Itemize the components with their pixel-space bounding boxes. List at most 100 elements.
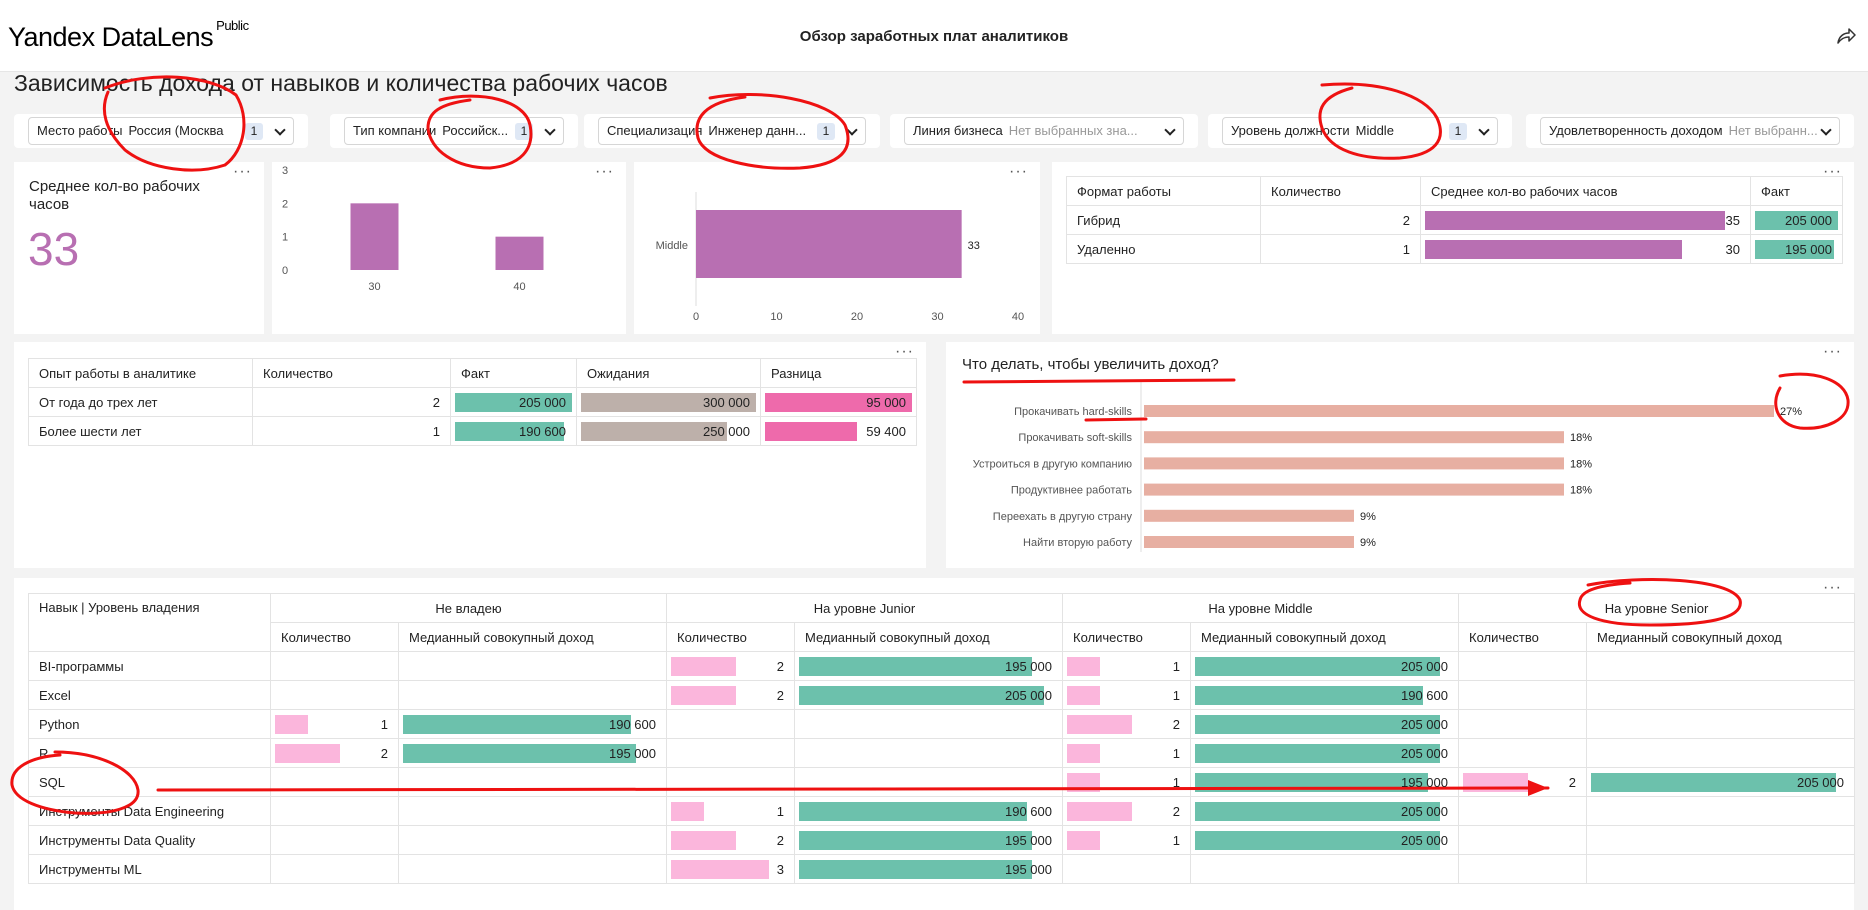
count-cell: 3	[666, 854, 795, 884]
skills-table: Навык | Уровень владения Не владею На уров…	[28, 593, 1855, 884]
table-row: Более шести лет 1 190 600 250 000 59 400	[28, 416, 917, 446]
income-value: 190 600	[609, 716, 656, 732]
empty-cell	[1586, 680, 1855, 710]
filter-select[interactable]: Тип компании Российск... 1	[344, 117, 564, 145]
skill-cell: BI-программы	[28, 651, 271, 681]
column-header: Медианный совокупный доход	[398, 622, 667, 652]
filter-5[interactable]: Удовлетворенность доходом Нет выбранн...	[1526, 114, 1854, 148]
column-header: Медианный совокупный доход	[1190, 622, 1459, 652]
count-cell: 2	[270, 738, 399, 768]
bar-fill	[275, 715, 308, 734]
column-header: Ожидания	[576, 358, 761, 388]
income-value: 205 000	[1401, 832, 1448, 848]
y-tick-label: 0	[282, 265, 288, 277]
count-value: 2	[1172, 716, 1180, 732]
filter-3[interactable]: Линия бизнеса Нет выбранных зна...	[890, 114, 1198, 148]
chevron-down-icon[interactable]	[846, 124, 858, 136]
filter-select[interactable]: Специализация Инженер данн... 1	[598, 117, 866, 145]
bar	[1144, 483, 1564, 496]
income-cell: 205 000	[1190, 709, 1459, 739]
more-menu-icon[interactable]: ···	[1823, 164, 1842, 180]
income-advice-chart: Прокачивать hard-skills 27% Прокачивать so…	[973, 382, 1802, 552]
fact-cell: 195 000	[1750, 234, 1843, 264]
fact-cell: 205 000	[450, 387, 577, 417]
filter-count-badge: 1	[245, 123, 263, 140]
column-header: Навык | Уровень владения	[28, 593, 271, 652]
count-cell: 1	[1062, 651, 1191, 681]
skill-cell: Excel	[28, 680, 271, 710]
bar	[696, 210, 962, 278]
empty-cell	[666, 738, 795, 768]
category-label: Middle	[656, 240, 688, 252]
more-menu-icon[interactable]: ···	[895, 344, 914, 360]
filter-0[interactable]: Место работы Россия (Москва 1	[14, 114, 308, 148]
filter-select[interactable]: Уровень должности Middle 1	[1222, 117, 1498, 145]
dashboard-title: Обзор заработных плат аналитиков	[799, 28, 1069, 45]
bar-fill	[1067, 744, 1100, 763]
column-header: Количество	[666, 622, 795, 652]
empty-cell	[270, 680, 399, 710]
share-icon[interactable]	[1836, 27, 1856, 45]
table-row: Инструменты ML 3 195 000	[28, 854, 1855, 884]
column-header: Факт	[1750, 176, 1843, 206]
count-cell: 2	[252, 387, 451, 417]
table-row: SQL 1 195 000 2 205 000	[28, 767, 1855, 797]
filter-placeholder: Нет выбранн...	[1728, 123, 1818, 138]
empty-cell	[270, 651, 399, 681]
chevron-down-icon[interactable]	[274, 124, 286, 136]
more-menu-icon[interactable]: ···	[1823, 580, 1842, 596]
x-tick-label: 30	[368, 281, 380, 293]
filter-label: Удовлетворенность доходом	[1549, 123, 1723, 138]
empty-cell	[1586, 796, 1855, 826]
empty-cell	[270, 796, 399, 826]
more-menu-icon[interactable]: ···	[233, 164, 252, 180]
filter-count-badge: 1	[817, 123, 835, 140]
bar-fill	[671, 657, 737, 676]
column-header: Количество	[1260, 176, 1421, 206]
y-tick-label: 3	[282, 165, 288, 177]
count-value: 2	[776, 832, 784, 848]
category-label: Переехать в другую страну	[993, 511, 1133, 523]
income-value: 195 000	[1005, 658, 1052, 674]
expect-value: 250 000	[703, 423, 750, 439]
level-hours-panel: ··· 0 10 20 30 40 Middle 33	[634, 162, 1040, 334]
count-value: 3	[776, 861, 784, 877]
count-cell: 1	[1062, 680, 1191, 710]
x-tick-label: 10	[770, 311, 782, 323]
chevron-down-icon[interactable]	[1820, 124, 1832, 136]
bar-fill	[765, 422, 857, 441]
count-value: 1	[776, 803, 784, 819]
filter-select[interactable]: Линия бизнеса Нет выбранных зна...	[904, 117, 1184, 145]
chevron-down-icon[interactable]	[1164, 124, 1176, 136]
count-cell: 1	[252, 416, 451, 446]
table-header-row: Навык | Уровень владения Не владею На уров…	[28, 593, 1855, 652]
filter-value: Российск...	[442, 123, 509, 138]
column-header: Количество	[1458, 622, 1587, 652]
filter-value: Россия (Москва	[128, 123, 224, 138]
income-value: 195 000	[1005, 832, 1052, 848]
skill-cell: R	[28, 738, 271, 768]
bar	[1144, 509, 1354, 522]
count-value: 2	[380, 745, 388, 761]
empty-cell	[794, 709, 1063, 739]
bar-fill	[671, 686, 737, 705]
bar-fill	[403, 744, 637, 763]
filter-select[interactable]: Удовлетворенность доходом Нет выбранн...	[1540, 117, 1840, 145]
fact-value: 195 000	[1785, 241, 1832, 257]
fact-value: 205 000	[519, 394, 566, 410]
more-menu-icon[interactable]: ···	[595, 164, 614, 180]
filter-select[interactable]: Место работы Россия (Москва 1	[28, 117, 294, 145]
more-menu-icon[interactable]: ···	[1009, 164, 1028, 180]
filter-count-badge: 1	[515, 123, 533, 140]
filter-2[interactable]: Специализация Инженер данн... 1	[584, 114, 880, 148]
empty-cell	[1458, 825, 1587, 855]
filter-1[interactable]: Тип компании Российск... 1	[330, 114, 578, 148]
count-cell: 1	[1062, 825, 1191, 855]
filter-4[interactable]: Уровень должности Middle 1	[1208, 114, 1512, 148]
chevron-down-icon[interactable]	[544, 124, 556, 136]
column-header: Разница	[760, 358, 917, 388]
empty-cell	[666, 767, 795, 797]
more-menu-icon[interactable]: ···	[1823, 344, 1842, 360]
data-label: 9%	[1360, 537, 1376, 549]
chevron-down-icon[interactable]	[1478, 124, 1490, 136]
